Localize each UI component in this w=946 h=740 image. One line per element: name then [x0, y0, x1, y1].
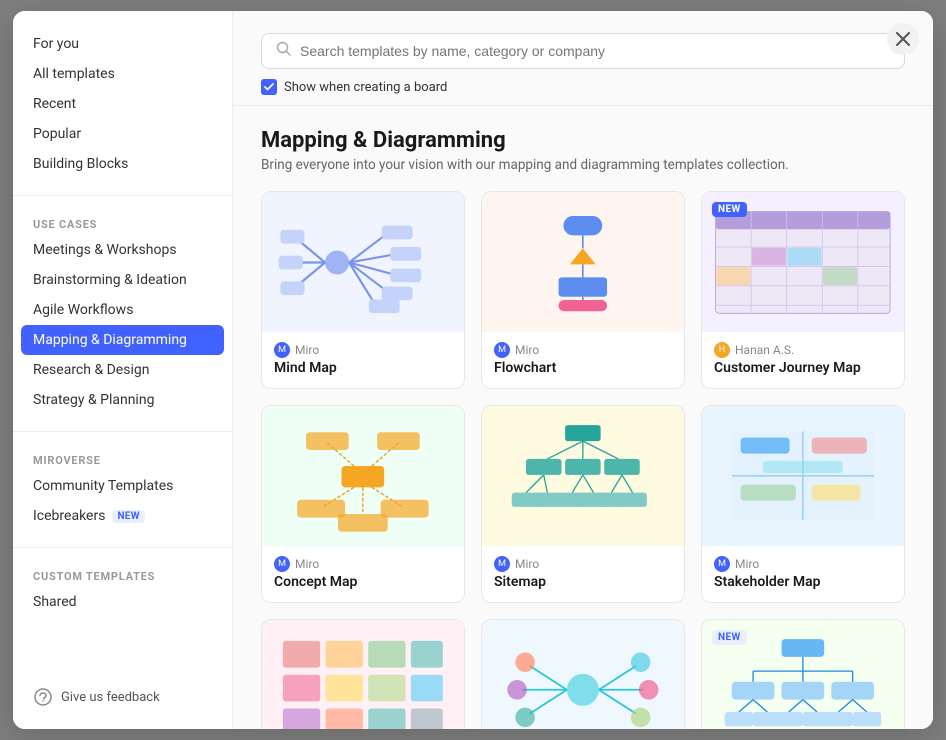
sidebar-item-building-blocks[interactable]: Building Blocks — [13, 149, 232, 179]
sidebar-item-popular[interactable]: Popular — [13, 119, 232, 149]
template-author-concept-map: M Miro — [274, 556, 452, 572]
template-name-flowchart: Flowchart — [494, 360, 672, 376]
template-meta-flowchart: M Miro Flowchart — [482, 332, 684, 388]
template-card-9[interactable]: NEW — [701, 619, 905, 729]
template-grid: M Miro Mind Map — [261, 191, 905, 729]
sidebar-use-cases-section: USE CASES Meetings & Workshops Brainstor… — [13, 204, 232, 423]
search-input[interactable] — [300, 43, 890, 59]
template-thumb-customer-journey: NEW — [702, 192, 904, 332]
sidebar-item-all-templates[interactable]: All templates — [13, 59, 232, 89]
template-card-mind-map[interactable]: M Miro Mind Map — [261, 191, 465, 389]
miro-avatar-5: M — [494, 556, 510, 572]
new-tag-customer-journey: NEW — [712, 202, 747, 217]
flowchart-illustration — [502, 206, 664, 318]
sitemap-illustration — [494, 417, 672, 535]
miro-avatar-1: M — [274, 342, 290, 358]
template-thumb-flowchart — [482, 192, 684, 332]
use-cases-label: USE CASES — [13, 204, 232, 235]
template-name-sitemap: Sitemap — [494, 574, 672, 590]
template-thumb-concept-map — [262, 406, 464, 546]
close-button[interactable] — [887, 23, 919, 55]
sidebar-item-icebreakers[interactable]: Icebreakers NEW — [13, 501, 232, 531]
template-name-customer-journey: Customer Journey Map — [714, 360, 892, 376]
template-card-8[interactable] — [481, 619, 685, 729]
sidebar-custom-section: CUSTOM TEMPLATES Shared — [13, 556, 232, 625]
show-when-label: Show when creating a board — [284, 80, 447, 95]
sidebar-top-section: For you All templates Recent Popular Bui… — [13, 29, 232, 187]
template-card-flowchart[interactable]: M Miro Flowchart — [481, 191, 685, 389]
modal: For you All templates Recent Popular Bui… — [13, 11, 933, 729]
mind-map-illustration — [277, 203, 449, 322]
sidebar-item-community-templates[interactable]: Community Templates — [13, 471, 232, 501]
show-when-checkbox[interactable] — [261, 79, 277, 95]
template-meta-stakeholder-map: M Miro Stakeholder Map — [702, 546, 904, 602]
sidebar: For you All templates Recent Popular Bui… — [13, 11, 233, 729]
sidebar-divider-1 — [13, 195, 232, 196]
feedback-icon — [33, 687, 53, 707]
template-card-sitemap[interactable]: M Miro Sitemap — [481, 405, 685, 603]
sidebar-item-agile-workflows[interactable]: Agile Workflows — [13, 295, 232, 325]
miroverse-label: MIROVERSE — [13, 440, 232, 471]
template-thumb-8 — [482, 620, 684, 729]
main-content: Show when creating a board Mapping & Dia… — [233, 11, 933, 729]
template-author-mind-map: M Miro — [274, 342, 452, 358]
template-author-flowchart: M Miro — [494, 342, 672, 358]
hanan-avatar: H — [714, 342, 730, 358]
section-title: Mapping & Diagramming — [261, 128, 905, 153]
template-author-customer-journey: H Hanan A.S. — [714, 342, 892, 358]
miro-avatar-2: M — [494, 342, 510, 358]
template-author-stakeholder-map: M Miro — [714, 556, 892, 572]
template-thumb-9: NEW — [702, 620, 904, 729]
template-meta-customer-journey: H Hanan A.S. Customer Journey Map — [702, 332, 904, 388]
template-8-illustration — [494, 631, 672, 729]
sidebar-item-brainstorming-ideation[interactable]: Brainstorming & Ideation — [13, 265, 232, 295]
template-name-concept-map: Concept Map — [274, 574, 452, 590]
feedback-row[interactable]: Give us feedback — [13, 671, 232, 711]
feedback-label: Give us feedback — [61, 690, 160, 705]
template-9-illustration — [714, 631, 892, 729]
concept-map-illustration — [274, 417, 452, 535]
sidebar-item-research-design[interactable]: Research & Design — [13, 355, 232, 385]
show-when-row: Show when creating a board — [261, 79, 905, 95]
template-thumb-mind-map — [262, 192, 464, 332]
new-tag-9: NEW — [712, 630, 747, 645]
content-area: Mapping & Diagramming Bring everyone int… — [233, 106, 933, 729]
sidebar-item-shared[interactable]: Shared — [13, 587, 232, 617]
stakeholder-illustration — [714, 417, 892, 535]
search-bar — [261, 33, 905, 69]
section-desc: Bring everyone into your vision with our… — [261, 157, 905, 173]
sidebar-divider-2 — [13, 431, 232, 432]
sidebar-item-mapping-diagramming[interactable]: Mapping & Diagramming — [21, 325, 224, 355]
template-meta-sitemap: M Miro Sitemap — [482, 546, 684, 602]
sidebar-divider-3 — [13, 547, 232, 548]
template-thumb-stakeholder-map — [702, 406, 904, 546]
template-card-customer-journey[interactable]: NEW — [701, 191, 905, 389]
miro-avatar-6: M — [714, 556, 730, 572]
template-meta-concept-map: M Miro Concept Map — [262, 546, 464, 602]
template-card-stakeholder-map[interactable]: M Miro Stakeholder Map — [701, 405, 905, 603]
sidebar-item-for-you[interactable]: For you — [13, 29, 232, 59]
template-thumb-sitemap — [482, 406, 684, 546]
custom-templates-label: CUSTOM TEMPLATES — [13, 556, 232, 587]
template-card-concept-map[interactable]: M Miro Concept Map — [261, 405, 465, 603]
template-name-stakeholder-map: Stakeholder Map — [714, 574, 892, 590]
miro-avatar-4: M — [274, 556, 290, 572]
search-icon — [276, 41, 292, 61]
sidebar-item-strategy-planning[interactable]: Strategy & Planning — [13, 385, 232, 415]
main-header: Show when creating a board — [233, 11, 933, 106]
sidebar-item-recent[interactable]: Recent — [13, 89, 232, 119]
template-author-sitemap: M Miro — [494, 556, 672, 572]
template-name-mind-map: Mind Map — [274, 360, 452, 376]
journey-illustration — [714, 205, 892, 320]
template-card-7[interactable] — [261, 619, 465, 729]
icebreakers-new-badge: NEW — [112, 510, 144, 523]
sidebar-item-meetings-workshops[interactable]: Meetings & Workshops — [13, 235, 232, 265]
sidebar-miroverse-section: MIROVERSE Community Templates Icebreaker… — [13, 440, 232, 539]
template-meta-mind-map: M Miro Mind Map — [262, 332, 464, 388]
template-thumb-7 — [262, 620, 464, 729]
template-7-illustration — [274, 631, 452, 729]
